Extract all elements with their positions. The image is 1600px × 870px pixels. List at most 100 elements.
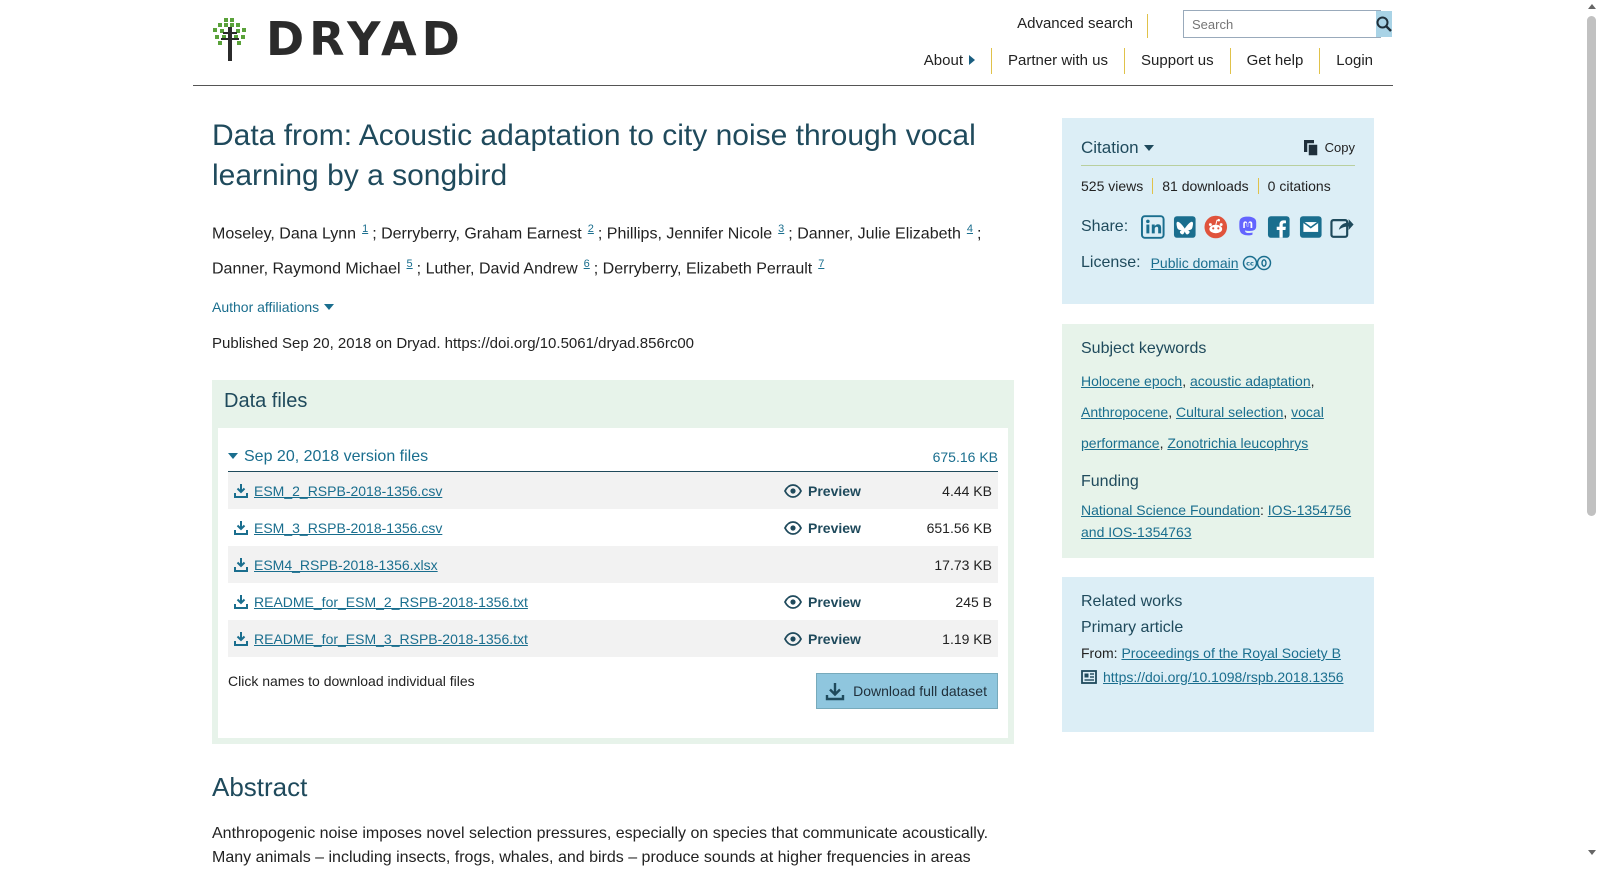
related-works-panel: Related works Primary article From: Proc… <box>1062 577 1374 732</box>
mastodon-icon[interactable] <box>1235 214 1261 240</box>
preview-button[interactable]: Preview <box>784 520 904 536</box>
preview-label: Preview <box>808 593 861 610</box>
citation-toggle[interactable]: Citation <box>1081 138 1154 158</box>
citation-header: Citation Copy <box>1081 130 1355 166</box>
advanced-search-link[interactable]: Advanced search <box>1017 14 1148 38</box>
nav-partner[interactable]: Partner with us <box>990 48 1124 74</box>
caret-down-icon <box>324 303 335 310</box>
email-icon[interactable] <box>1298 214 1324 240</box>
author-list: Moseley, Dana Lynn 1; Derryberry, Graham … <box>212 223 982 278</box>
file-name: README_for_ESM_2_RSPB-2018-1356.txt <box>254 593 528 610</box>
affiliation-ref[interactable]: 3 <box>778 223 784 235</box>
author-name: Derryberry, Elizabeth Perrault <box>602 260 813 278</box>
download-icon <box>234 595 248 609</box>
search-input[interactable] <box>1184 11 1376 37</box>
copy-citation-button[interactable]: Copy <box>1303 139 1355 157</box>
nav-support[interactable]: Support us <box>1124 48 1230 74</box>
file-size: 651.56 KB <box>926 519 992 536</box>
preview-button[interactable]: Preview <box>784 631 904 647</box>
affiliation-ref[interactable]: 1 <box>362 223 368 235</box>
scroll-down-icon[interactable] <box>1588 850 1596 855</box>
version-toggle[interactable]: Sep 20, 2018 version files 675.16 KB <box>228 442 998 472</box>
share-icon[interactable] <box>1329 214 1355 240</box>
journal-link[interactable]: Proceedings of the Royal Society B <box>1121 645 1340 661</box>
scroll-up-icon[interactable] <box>1588 4 1596 9</box>
keyword-link[interactable]: Cultural selection <box>1176 404 1283 420</box>
author-affiliations-toggle[interactable]: Author affiliations <box>212 299 1012 315</box>
search-button[interactable] <box>1376 11 1392 37</box>
reddit-icon[interactable] <box>1203 214 1229 240</box>
data-files-footer: Click names to download individual files… <box>228 673 998 709</box>
page-scrollbar[interactable] <box>1583 0 1600 861</box>
preview-button[interactable]: Preview <box>784 483 904 499</box>
version-label: Sep 20, 2018 version files <box>244 447 429 465</box>
preview-label: Preview <box>808 630 861 647</box>
nav-help[interactable]: Get help <box>1229 48 1320 74</box>
file-download-link[interactable]: ESM4_RSPB-2018-1356.xlsx <box>234 557 784 573</box>
logo-wordmark: DRYAD <box>266 12 465 66</box>
eye-icon <box>784 520 802 535</box>
doi-link[interactable]: https://doi.org/10.1098/rspb.2018.1356 <box>1103 665 1344 689</box>
dataset-title: Data from: Acoustic adaptation to city n… <box>212 119 976 192</box>
version-label-wrap: Sep 20, 2018 version files <box>228 448 428 466</box>
facebook-icon[interactable] <box>1266 214 1292 240</box>
download-full-dataset-button[interactable]: Download full dataset <box>816 673 998 709</box>
citation-panel: Citation Copy 525 views 81 downloads 0 c… <box>1062 118 1374 304</box>
file-download-link[interactable]: README_for_ESM_2_RSPB-2018-1356.txt <box>234 594 784 610</box>
citation-label: Citation <box>1081 137 1139 157</box>
bluesky-icon[interactable] <box>1172 214 1198 240</box>
keyword-link[interactable]: Zonotrichia leucophrys <box>1167 435 1308 451</box>
eye-icon <box>784 631 802 646</box>
dataset-metrics: 525 views 81 downloads 0 citations <box>1081 168 1355 204</box>
author-name: Derryberry, Graham Earnest <box>381 225 582 243</box>
nav-login[interactable]: Login <box>1319 48 1381 74</box>
keyword-link[interactable]: acoustic adaptation <box>1190 373 1311 389</box>
keyword-link[interactable]: Anthropocene <box>1081 404 1168 420</box>
eye-icon <box>784 594 802 609</box>
keyword-link[interactable]: Holocene epoch <box>1081 373 1182 389</box>
primary-article-heading: Primary article <box>1081 619 1184 636</box>
affiliation-ref[interactable]: 4 <box>967 223 973 235</box>
download-hint: Click names to download individual files <box>228 673 475 689</box>
author-name: Danner, Raymond Michael <box>212 260 401 278</box>
download-icon <box>234 521 248 535</box>
license-link[interactable]: Public domain <box>1151 255 1239 271</box>
dryad-logo[interactable]: DRYAD <box>212 16 465 62</box>
eye-icon <box>784 483 802 498</box>
search-form <box>1183 10 1392 38</box>
nav-about[interactable]: About <box>908 48 991 74</box>
author-name: Moseley, Dana Lynn <box>212 225 357 243</box>
search-icon <box>1376 16 1392 32</box>
citations-count: 0 citations <box>1257 178 1340 194</box>
author-name: Phillips, Jennifer Nicole <box>606 225 773 243</box>
affiliation-ref[interactable]: 2 <box>588 223 594 235</box>
preview-label: Preview <box>808 519 861 536</box>
linkedin-icon[interactable] <box>1140 214 1166 240</box>
preview-button[interactable]: Preview <box>784 594 904 610</box>
affiliation-ref[interactable]: 6 <box>584 258 590 270</box>
affiliation-ref[interactable]: 5 <box>407 258 413 270</box>
file-download-link[interactable]: ESM_2_RSPB-2018-1356.csv <box>234 483 784 499</box>
related-works-heading: Related works <box>1081 593 1183 610</box>
file-download-link[interactable]: ESM_3_RSPB-2018-1356.csv <box>234 520 784 536</box>
file-size: 1.19 KB <box>942 630 992 647</box>
author-name: Danner, Julie Elizabeth <box>797 225 961 243</box>
dataset-main: Data from: Acoustic adaptation to city n… <box>212 116 1012 352</box>
download-full-dataset-label: Download full dataset <box>853 683 987 699</box>
file-download-link[interactable]: README_for_ESM_3_RSPB-2018-1356.txt <box>234 631 784 647</box>
scrollbar-thumb[interactable] <box>1587 16 1596 516</box>
publication-info: Published Sep 20, 2018 on Dryad. https:/… <box>212 334 694 352</box>
download-icon <box>234 484 248 498</box>
file-row: README_for_ESM_3_RSPB-2018-1356.txt Prev… <box>228 620 998 657</box>
file-size: 245 B <box>955 593 992 610</box>
data-files-list: Sep 20, 2018 version files 675.16 KB ESM… <box>218 428 1008 738</box>
funder-link[interactable]: National Science Foundation <box>1081 502 1260 518</box>
copy-icon <box>1303 139 1319 157</box>
download-icon <box>825 683 845 701</box>
download-icon <box>234 558 248 572</box>
file-name: ESM_3_RSPB-2018-1356.csv <box>254 519 443 536</box>
affiliation-ref[interactable]: 7 <box>818 258 824 270</box>
license-row: License: Public domain cc <box>1081 254 1355 272</box>
from-label: From: <box>1081 645 1118 661</box>
preview-label: Preview <box>808 482 861 499</box>
